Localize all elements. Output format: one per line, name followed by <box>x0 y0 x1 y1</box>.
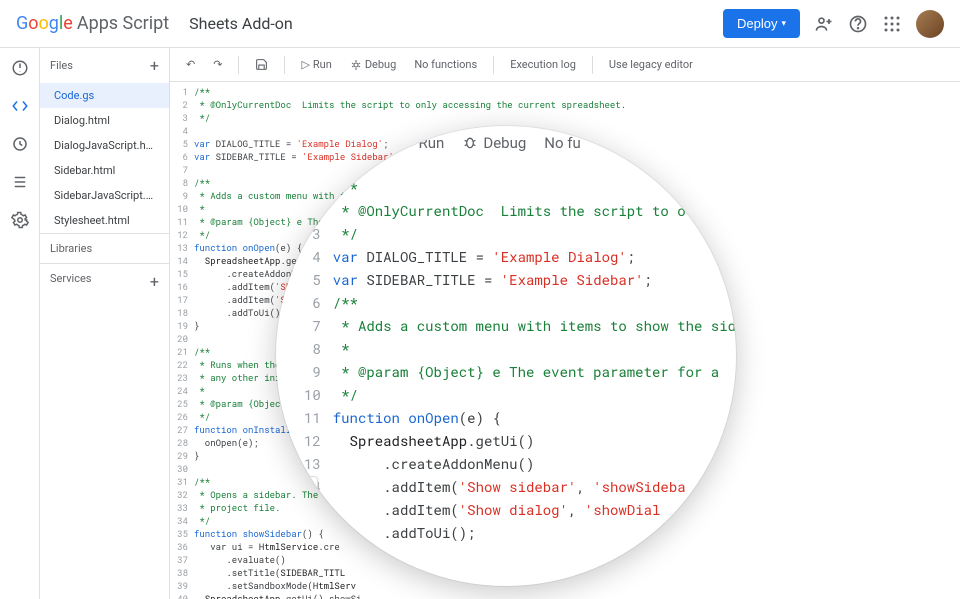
undo-button[interactable]: ↶ <box>180 55 201 74</box>
run-button-mag: ▷ Run <box>402 134 444 152</box>
rail-triggers-icon[interactable] <box>10 134 30 154</box>
file-item[interactable]: DialogJavaScript.html <box>40 133 169 158</box>
save-icon <box>366 134 384 152</box>
debug-button-mag: Debug <box>462 134 526 152</box>
files-header: Files <box>50 59 73 72</box>
logo-text: Apps Script <box>77 13 169 34</box>
apps-icon[interactable] <box>882 14 902 34</box>
execution-log-button[interactable]: Execution log <box>504 55 582 74</box>
file-item[interactable]: Dialog.html <box>40 108 169 133</box>
services-header[interactable]: Services <box>50 272 91 291</box>
rail-settings-icon[interactable] <box>10 210 30 230</box>
file-item[interactable]: SidebarJavaScript.html <box>40 183 169 208</box>
avatar[interactable] <box>916 10 944 38</box>
add-button-mag: + <box>276 476 318 518</box>
magnifier-overlay: ▷ Run Debug No fu 1234567891011121314151… <box>276 126 736 586</box>
add-file-button[interactable]: + <box>150 56 159 75</box>
rail-overview-icon[interactable] <box>10 58 30 78</box>
debug-button[interactable]: Debug <box>344 55 402 74</box>
redo-button[interactable]: ↷ <box>207 55 228 74</box>
no-functions-mag: No fu <box>544 134 580 152</box>
rail-executions-icon[interactable] <box>10 172 30 192</box>
libraries-header[interactable]: Libraries <box>50 242 92 255</box>
deploy-button[interactable]: Deploy <box>723 9 800 38</box>
help-icon[interactable] <box>848 14 868 34</box>
file-item[interactable]: Stylesheet.html <box>40 208 169 233</box>
magnifier-toolbar: ▷ Run Debug No fu <box>366 134 581 152</box>
header: Google Apps Script Sheets Add-on Deploy <box>0 0 960 48</box>
add-service-button[interactable]: + <box>150 272 159 291</box>
legacy-editor-button[interactable]: Use legacy editor <box>603 55 699 74</box>
function-select[interactable]: No functions <box>408 55 483 74</box>
rail-editor-icon[interactable] <box>10 96 30 116</box>
file-item[interactable]: Sidebar.html <box>40 158 169 183</box>
editor-toolbar: ↶ ↷ ▷ Run Debug No functions Execution l… <box>170 48 960 82</box>
share-icon[interactable] <box>814 14 834 34</box>
save-button[interactable] <box>249 55 274 74</box>
run-button[interactable]: ▷ Run <box>295 55 337 74</box>
file-item[interactable]: Code.gs <box>40 83 169 108</box>
logo: Google Apps Script <box>16 13 169 34</box>
project-name[interactable]: Sheets Add-on <box>189 14 293 33</box>
left-rail <box>0 48 40 599</box>
files-panel: Files + Code.gsDialog.htmlDialogJavaScrip… <box>40 48 170 599</box>
